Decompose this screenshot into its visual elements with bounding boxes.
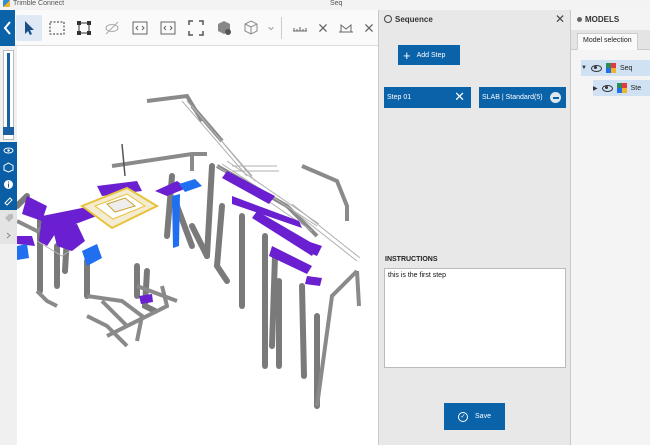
- fit-selection-icon: [77, 20, 92, 35]
- left-icon-group: [0, 142, 17, 244]
- info-button[interactable]: [0, 176, 17, 193]
- zoom-slider[interactable]: [3, 50, 14, 140]
- save-label: Save: [475, 413, 491, 420]
- eye-icon: [3, 147, 14, 154]
- tag-button[interactable]: [0, 210, 17, 227]
- structure-walls: [14, 163, 320, 409]
- expand-button[interactable]: [183, 15, 209, 41]
- object-button[interactable]: [0, 159, 17, 176]
- box-select-button[interactable]: [44, 15, 70, 41]
- code-tag-button-2[interactable]: [155, 15, 181, 41]
- tree-item-step[interactable]: ▶ Ste: [593, 80, 650, 96]
- chevron-left-icon: [3, 20, 11, 35]
- tree-item-seq[interactable]: ▼ Seq: [581, 60, 650, 76]
- hide-button[interactable]: [99, 15, 125, 41]
- measure-clear-button-2[interactable]: [361, 15, 377, 41]
- remove-icon[interactable]: [550, 92, 561, 103]
- sequence-title: Sequence: [395, 14, 433, 24]
- close-icon: [364, 23, 373, 32]
- zoom-slider-handle[interactable]: [3, 127, 14, 135]
- toolbar-separator: [281, 16, 283, 39]
- add-step-label: Add Step: [416, 51, 446, 59]
- models-header: MODELS: [571, 10, 650, 28]
- step-name-field[interactable]: Step 01 ✕: [384, 87, 471, 108]
- models-tabbar: Model selection: [571, 30, 650, 50]
- caret-down-icon[interactable]: ▼: [581, 65, 587, 71]
- title-bar: Trimble Connect Seq: [0, 0, 650, 10]
- measure-button-2[interactable]: [333, 15, 359, 41]
- link-icon: [4, 197, 13, 206]
- measure-clear-button[interactable]: [315, 15, 331, 41]
- building-model-render: [14, 93, 361, 409]
- collapse-left-button[interactable]: [0, 9, 15, 46]
- axis-pin: [121, 143, 126, 177]
- highlighted-slab: [79, 186, 160, 230]
- cube-icon: [244, 19, 258, 35]
- step-name: Step 01: [387, 94, 412, 101]
- tab-model-selection[interactable]: Model selection: [577, 33, 638, 50]
- models-icon: [217, 20, 231, 35]
- step-tag-label: SLAB | Standard(5): [482, 94, 543, 101]
- save-button[interactable]: ✓ Save: [444, 403, 505, 430]
- sequence-panel: Sequence ✕ + Add Step Step 01 ✕ SLAB | S…: [378, 10, 570, 445]
- instructions-text: this is the first step: [388, 272, 446, 279]
- tag-icon: [5, 214, 13, 222]
- step-row: Step 01 ✕ SLAB | Standard(5): [384, 87, 566, 108]
- visibility-button[interactable]: [0, 142, 17, 159]
- measure-icon: [293, 26, 308, 31]
- caret-right-icon[interactable]: ▶: [593, 85, 598, 92]
- step-tag-chip[interactable]: SLAB | Standard(5): [479, 87, 566, 108]
- eye-icon[interactable]: [590, 64, 602, 72]
- panel-dot-icon: [577, 16, 582, 22]
- model-group-icon: [616, 83, 627, 93]
- chevron-down-icon: [268, 26, 275, 30]
- close-icon: [319, 23, 328, 32]
- expand-icon: [188, 19, 204, 36]
- expand-tools-button[interactable]: [0, 227, 17, 244]
- zoom-slider-fill: [7, 53, 10, 127]
- document-title: Seq: [330, 0, 343, 7]
- cube-icon: [3, 162, 14, 173]
- models-button[interactable]: [211, 15, 237, 41]
- app-window: Trimble Connect Seq Sequence ✕ + Add Ste…: [0, 0, 650, 445]
- info-icon: [4, 180, 13, 189]
- close-icon[interactable]: ✕: [555, 13, 565, 25]
- hide-icon: [105, 21, 119, 34]
- 3d-viewport[interactable]: [14, 46, 378, 445]
- code-tag-icon: [132, 21, 148, 34]
- select-pointer-icon: [24, 20, 34, 35]
- eye-icon[interactable]: [601, 84, 613, 92]
- app-title: Trimble Connect: [13, 0, 65, 7]
- app-logo-icon: [3, 0, 10, 7]
- chevron-right-icon: [6, 232, 11, 239]
- plus-icon: +: [403, 47, 411, 63]
- instructions-textarea[interactable]: this is the first step: [384, 268, 566, 368]
- clock-icon: [384, 15, 392, 23]
- tree-item-label: Seq: [619, 64, 633, 72]
- link-button[interactable]: [0, 193, 17, 210]
- code-tag-icon: [160, 21, 176, 34]
- sequence-header: Sequence: [379, 10, 570, 28]
- left-tool-strip: [0, 46, 17, 244]
- models-panel: MODELS Model selection ▼ Seq ▶ Ste: [570, 10, 650, 445]
- tree-item-label: Ste: [630, 84, 642, 92]
- fit-selection-button[interactable]: [72, 15, 98, 41]
- instructions-label: INSTRUCTIONS: [385, 256, 438, 263]
- close-icon[interactable]: ✕: [454, 90, 465, 103]
- box-select-icon: [49, 21, 65, 34]
- app-title-group: Trimble Connect: [3, 0, 64, 7]
- measure-button[interactable]: [287, 15, 313, 41]
- cube-button[interactable]: [239, 15, 265, 41]
- measure-icon: [339, 23, 354, 32]
- code-tag-button[interactable]: [127, 15, 153, 41]
- select-pointer-button[interactable]: [15, 14, 42, 41]
- cube-dropdown[interactable]: [266, 15, 276, 41]
- main-toolbar: [0, 9, 378, 46]
- models-title: MODELS: [585, 14, 620, 24]
- model-group-icon: [605, 63, 616, 73]
- add-step-button[interactable]: + Add Step: [398, 45, 460, 65]
- check-icon: ✓: [458, 411, 469, 422]
